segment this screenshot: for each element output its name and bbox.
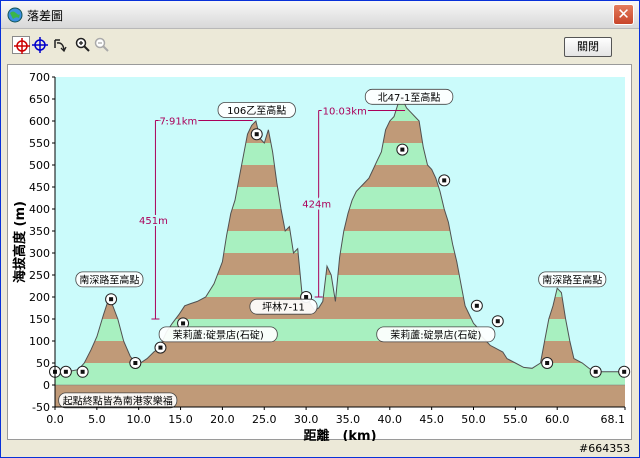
y-tick-label: 550	[29, 137, 50, 150]
y-tick-label: 600	[29, 115, 50, 128]
x-tick-label: 20.0	[210, 413, 235, 426]
x-tick-label: 50.0	[461, 413, 486, 426]
profile-label-text: 茉莉蘆:碇景店(石碇)	[390, 328, 481, 341]
dimension-height-label: 424m	[302, 200, 331, 211]
x-axis-label: 距離 (km)	[303, 428, 376, 441]
point-dot	[254, 132, 259, 137]
profile-point-marker	[589, 365, 602, 378]
x-tick-label: 15.0	[168, 413, 193, 426]
watermark: #664353	[579, 442, 631, 455]
profile-label-text: 坪林7-11	[262, 301, 305, 314]
rotate-icon[interactable]	[51, 36, 69, 54]
profile-label-text: 106乙至高點	[227, 104, 286, 117]
y-axis-label: 海拔高度 (m)	[12, 201, 28, 283]
point-dot	[400, 147, 405, 152]
x-tick-label: 30.0	[294, 413, 319, 426]
profile-point-marker	[76, 365, 89, 378]
x-tick-label: 5.0	[88, 413, 106, 426]
y-tick-label: 450	[29, 181, 50, 194]
window-title: 落差圖	[27, 9, 64, 23]
x-tick-label: 60.0	[545, 413, 570, 426]
y-tick-label: 700	[29, 71, 50, 84]
dimension-height-label: 451m	[139, 216, 168, 227]
point-dot	[593, 369, 598, 374]
x-tick-label: 45.0	[419, 413, 444, 426]
point-dot	[109, 297, 114, 302]
profile-point-marker	[105, 293, 118, 306]
profile-point-marker	[396, 143, 409, 156]
zoom-out-icon[interactable]	[93, 36, 111, 54]
y-tick-label: 650	[29, 93, 50, 106]
point-dot	[304, 295, 309, 299]
close-button[interactable]: 關閉	[564, 37, 612, 57]
profile-point-marker	[618, 365, 631, 378]
profile-point-marker	[470, 299, 483, 312]
y-tick-label: 400	[29, 203, 50, 216]
y-tick-label: 100	[29, 335, 50, 348]
point-dot	[474, 303, 479, 308]
point-dot	[63, 369, 68, 374]
profile-point-marker	[491, 315, 504, 328]
close-icon[interactable]: ✕	[613, 4, 634, 25]
x-tick-label: 68.1	[601, 413, 626, 426]
profile-label-text: 茉莉蘆:碇景店(石碇)	[173, 328, 264, 341]
profile-point-marker	[129, 357, 142, 369]
dimension-span-label: 10.03km	[323, 106, 367, 117]
profile-label-text: 南深路至高點	[79, 273, 139, 286]
point-dot	[80, 369, 85, 374]
x-tick-label: 10.0	[126, 413, 151, 426]
point-dot	[181, 321, 186, 326]
profile-point-marker	[250, 128, 263, 141]
profile-point-marker	[154, 341, 167, 354]
crosshair-blue-icon[interactable]	[31, 36, 49, 54]
toolbar	[1, 30, 639, 64]
point-dot	[622, 369, 627, 374]
elevation-chart: 451m 7.91km 424m 10.03km 106乙至高點 北47-1至高點南深路…	[7, 64, 632, 441]
point-dot	[158, 345, 163, 350]
x-tick-label: 35.0	[336, 413, 361, 426]
title-bar[interactable]: 落差圖 ✕	[1, 1, 639, 29]
y-tick-label: 0	[43, 379, 50, 392]
x-tick-label: 40.0	[378, 413, 403, 426]
y-tick-label: 350	[29, 225, 50, 238]
point-dot	[545, 361, 550, 365]
x-tick-label: 0.0	[46, 413, 64, 426]
profile-point-marker	[438, 174, 451, 187]
y-tick-label: 500	[29, 159, 50, 172]
y-tick-label: 50	[36, 357, 50, 370]
y-tick-label: 150	[29, 313, 50, 326]
elevation-profile-svg: 451m 7.91km 424m 10.03km 106乙至高點 北47-1至高點南深路…	[12, 71, 631, 441]
profile-point-marker	[59, 365, 72, 378]
crosshair-red-icon[interactable]	[12, 36, 30, 54]
elevation-band	[55, 363, 625, 385]
y-tick-label: 300	[29, 247, 50, 260]
y-tick-label: 200	[29, 291, 50, 304]
x-tick-label: 55.0	[503, 413, 528, 426]
point-dot	[442, 178, 447, 183]
dimension-span-label: 7.91km	[159, 117, 197, 128]
profile-label-text: 南深路至高點	[542, 273, 602, 286]
profile-window: 落差圖 ✕ 關閉 451m 7.91km 424m 10.03km 106乙至高…	[0, 0, 640, 458]
profile-label-text: 起點終點皆為南港家樂福	[63, 394, 173, 407]
profile-point-marker	[541, 357, 554, 369]
zoom-in-icon[interactable]	[74, 36, 92, 54]
point-dot	[133, 361, 138, 365]
point-dot	[495, 319, 500, 324]
profile-label-text: 北47-1至高點	[378, 91, 441, 104]
globe-icon	[7, 7, 23, 23]
y-tick-label: 250	[29, 269, 50, 282]
x-tick-label: 25.0	[252, 413, 277, 426]
